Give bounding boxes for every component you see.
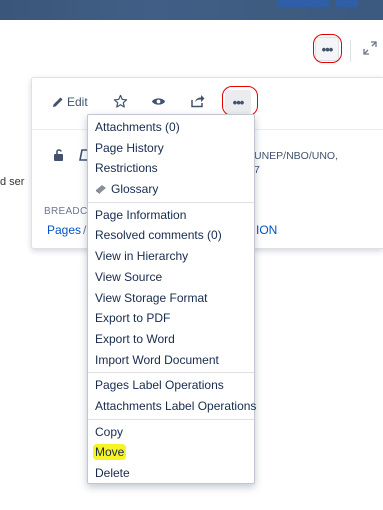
menu-item-attachments-label-operations[interactable]: Attachments Label Operations <box>88 396 256 417</box>
menu-group: Pages Label Operations Attachments Label… <box>88 373 256 420</box>
glossary-icon <box>96 185 106 195</box>
edit-label: Edit <box>67 95 88 109</box>
star-icon[interactable] <box>113 94 128 109</box>
menu-item-restrictions[interactable]: Restrictions <box>88 158 254 179</box>
background-text: d ser <box>0 176 25 188</box>
menu-item-delete[interactable]: Delete <box>88 463 254 484</box>
menu-group: Page Information Resolved comments (0) V… <box>88 203 254 374</box>
banner-button[interactable] <box>277 0 329 7</box>
pencil-icon <box>53 97 63 107</box>
menu-item-page-history[interactable]: Page History <box>88 138 254 159</box>
divider <box>350 40 351 62</box>
menu-item-copy[interactable]: Copy <box>88 422 254 443</box>
breadcrumb-link-pages[interactable]: Pages <box>47 223 81 237</box>
menu-item-view-storage-format[interactable]: View Storage Format <box>88 288 254 309</box>
permission-icons <box>52 148 92 162</box>
breadcrumb-link-current[interactable]: ION <box>256 223 277 237</box>
menu-group: Attachments (0) Page History Restriction… <box>88 115 254 203</box>
menu-item-export-word[interactable]: Export to Word <box>88 329 254 350</box>
menu-item-move-label: Move <box>93 444 127 461</box>
permission-text-line-1: UNEP/NBO/UNO, <box>254 150 339 162</box>
unlock-icon[interactable] <box>52 148 66 162</box>
menu-item-page-information[interactable]: Page Information <box>88 205 254 226</box>
menu-item-glossary-label: Glossary <box>111 182 159 197</box>
expand-icon[interactable] <box>362 40 378 56</box>
more-dots-icon: ••• <box>321 41 334 57</box>
menu-item-attachments[interactable]: Attachments (0) <box>88 117 254 138</box>
menu-item-pages-label-operations[interactable]: Pages Label Operations <box>88 375 254 396</box>
breadcrumb-separator: / <box>83 223 87 237</box>
eye-icon[interactable] <box>151 96 166 107</box>
edit-button[interactable]: Edit <box>52 95 88 109</box>
more-actions-button-open[interactable]: ••• <box>225 90 251 114</box>
share-icon[interactable] <box>190 94 205 108</box>
menu-item-glossary[interactable]: Glossary <box>88 179 254 200</box>
menu-item-view-source[interactable]: View Source <box>88 267 254 288</box>
menu-group: Copy Move Delete <box>88 420 254 486</box>
menu-item-import-word[interactable]: Import Word Document <box>88 350 254 371</box>
menu-item-export-pdf[interactable]: Export to PDF <box>88 308 254 329</box>
permission-text: UNEP/NBO/UNO, 7 <box>254 149 338 177</box>
menu-item-view-in-hierarchy[interactable]: View in Hierarchy <box>88 246 254 267</box>
more-actions-button[interactable]: ••• <box>315 37 339 61</box>
menu-item-resolved-comments[interactable]: Resolved comments (0) <box>88 225 254 246</box>
menu-item-move[interactable]: Move <box>88 442 254 463</box>
more-actions-menu: Attachments (0) Page History Restriction… <box>87 114 256 486</box>
more-dots-icon: ••• <box>232 94 245 110</box>
banner-button-2[interactable] <box>336 0 358 7</box>
top-banner <box>0 0 383 20</box>
breadcrumb-label: BREADC <box>44 206 88 217</box>
permission-text-line-2: 7 <box>254 164 260 176</box>
